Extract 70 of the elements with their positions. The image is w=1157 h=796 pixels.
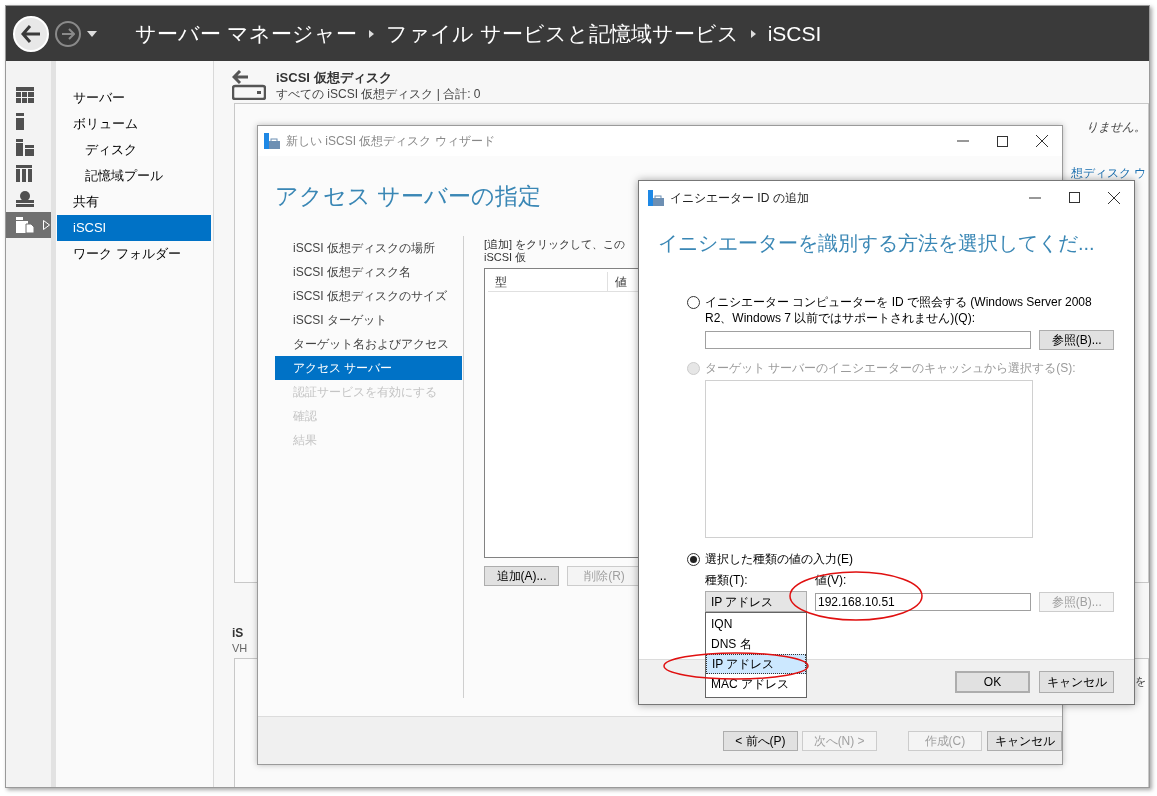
breadcrumb-separator-icon <box>368 29 374 38</box>
instruction-text: [追加] をクリックして、この iSCSI 仮 <box>484 238 627 264</box>
dropdown-option[interactable]: IP アドレス <box>706 654 806 674</box>
dialog-button[interactable]: OK <box>955 671 1030 693</box>
maximize-icon[interactable] <box>997 135 1008 147</box>
radio-button[interactable] <box>687 296 700 309</box>
initiator-id-field[interactable] <box>705 331 1032 349</box>
nav-item[interactable]: サーバー <box>57 85 211 111</box>
wizard-step[interactable]: iSCSI 仮想ディスクのサイズ <box>275 284 462 308</box>
close-icon[interactable] <box>1108 191 1120 204</box>
servers-icon <box>16 138 34 156</box>
forward-arrow-icon <box>61 27 75 40</box>
wizard-heading: アクセス サーバーの指定 <box>275 181 542 211</box>
option-label[interactable]: イニシエーター コンピューターを ID で照会する (Windows Server 2008 R2、Windows 7 以前ではサポートされません)(Q): <box>705 294 1114 326</box>
section-title: iS <box>232 625 244 641</box>
maximize-icon[interactable] <box>1069 192 1080 203</box>
dialog-button[interactable]: キャンセル <box>1039 671 1114 693</box>
server-icon <box>16 112 24 130</box>
nav-item[interactable]: 共有 <box>57 189 211 215</box>
breadcrumb-separator-icon <box>750 29 756 38</box>
nav-item[interactable]: iSCSI <box>57 215 211 241</box>
nav-item[interactable]: ディスク <box>57 137 211 163</box>
dropdown-caret-icon[interactable] <box>87 30 97 37</box>
table-action-button[interactable]: 追加(A)... <box>484 566 559 586</box>
wizard-step[interactable]: iSCSI 仮想ディスクの場所 <box>275 236 462 260</box>
option-label[interactable]: 選択した種類の値の入力(E) <box>705 551 853 567</box>
wizard-step[interactable]: ターゲット名およびアクセス <box>275 332 462 356</box>
window-title: 新しい iSCSI 仮想ディスク ウィザード <box>286 133 496 150</box>
column-header[interactable]: 型 <box>488 272 608 291</box>
value-field[interactable]: 192.168.10.51 <box>815 592 1032 611</box>
section-subtitle: すべての iSCSI 仮想ディスク | 合計: 0 <box>276 85 481 102</box>
window-title: イニシエーター ID の追加 <box>670 189 810 207</box>
wizard-step[interactable]: iSCSI 仮想ディスク名 <box>275 260 462 284</box>
breadcrumb-item[interactable]: ファイル サービスと記憶域サービス <box>385 17 739 50</box>
field-label: 種類(T): <box>705 572 749 589</box>
dialog-heading: イニシエーターを識別する方法を選択してくだ... <box>658 231 1095 256</box>
radio-button[interactable] <box>687 553 700 566</box>
wizard-nav-button[interactable]: キャンセル <box>987 730 1062 751</box>
minimize-icon[interactable] <box>1029 196 1041 199</box>
server-group-icon <box>16 164 32 182</box>
expand-arrow-icon <box>43 220 50 230</box>
rail-item[interactable] <box>6 212 51 238</box>
panel-text: りません。 <box>1086 119 1146 136</box>
wizard-app-icon <box>648 189 664 206</box>
breadcrumb-item[interactable]: iSCSI <box>767 17 822 50</box>
back-arrow-icon <box>21 24 41 43</box>
nav-item[interactable]: 記憶域プール <box>57 163 211 189</box>
browse-button[interactable]: 参照(B)... <box>1039 330 1114 350</box>
panel-text: を <box>1135 674 1146 689</box>
wizard-step[interactable]: iSCSI ターゲット <box>275 308 462 332</box>
file-storage-icon <box>16 217 34 233</box>
section-subtitle: VH <box>232 641 248 656</box>
dropdown-option[interactable]: DNS 名 <box>706 634 806 654</box>
field-label: 値(V): <box>815 572 847 589</box>
nav-item[interactable]: ボリューム <box>57 111 211 137</box>
panel-link[interactable]: 想ディスク ウ <box>1070 164 1146 182</box>
breadcrumb-item[interactable]: サーバー マネージャー <box>135 17 357 50</box>
wizard-app-icon <box>264 133 280 149</box>
back-button[interactable] <box>13 15 49 52</box>
wizard-nav-button[interactable]: < 前へ(P) <box>723 730 798 751</box>
section-title: iSCSI 仮想ディスク <box>276 68 393 86</box>
dropdown-option[interactable]: IQN <box>706 614 806 634</box>
dashboard-icon <box>16 87 34 103</box>
dropdown-option[interactable]: MAC アドレス <box>706 674 806 694</box>
nav-item[interactable]: ワーク フォルダー <box>57 241 211 267</box>
type-combo[interactable]: IP アドレス <box>705 591 807 612</box>
virtual-disk-icon <box>232 70 266 100</box>
wizard-step[interactable]: アクセス サーバー <box>275 356 462 380</box>
network-server-icon <box>16 191 34 207</box>
close-icon[interactable] <box>1036 135 1048 147</box>
